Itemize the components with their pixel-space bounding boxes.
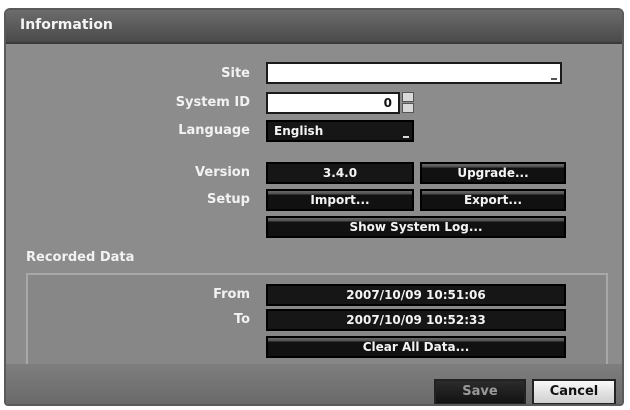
- cancel-button[interactable]: Cancel: [532, 379, 616, 404]
- export-button[interactable]: Export...: [420, 189, 566, 211]
- system-id-input[interactable]: 0: [266, 92, 400, 114]
- dialog-title: Information: [20, 17, 113, 33]
- setup-label: Setup: [207, 192, 250, 207]
- system-id-value: 0: [383, 96, 392, 110]
- from-value: 2007/10/09 10:51:06: [266, 284, 566, 306]
- to-value: 2007/10/09 10:52:33: [266, 309, 566, 331]
- from-label: From: [213, 287, 250, 302]
- version-value: 3.4.0: [266, 162, 414, 184]
- language-select[interactable]: English: [266, 120, 414, 142]
- spin-down-icon[interactable]: [402, 103, 414, 113]
- version-label: Version: [195, 165, 250, 180]
- language-label: Language: [178, 123, 250, 138]
- save-button[interactable]: Save: [434, 379, 526, 404]
- upgrade-button[interactable]: Upgrade...: [420, 162, 566, 184]
- to-label: To: [233, 312, 250, 327]
- recorded-data-heading: Recorded Data: [26, 250, 135, 265]
- spin-up-icon[interactable]: [402, 92, 414, 102]
- dropdown-caret-icon: [403, 136, 409, 138]
- edit-caret-icon: [551, 78, 557, 80]
- footer-bar: [6, 364, 622, 404]
- system-id-label: System ID: [175, 95, 250, 110]
- import-button[interactable]: Import...: [266, 189, 414, 211]
- title-bar: Information: [6, 10, 622, 44]
- site-input[interactable]: [266, 62, 562, 84]
- site-label: Site: [221, 66, 250, 81]
- information-dialog: Information Site System ID 0 Language En…: [4, 8, 624, 406]
- show-system-log-button[interactable]: Show System Log...: [266, 216, 566, 238]
- language-value: English: [274, 124, 324, 138]
- clear-all-data-button[interactable]: Clear All Data...: [266, 336, 566, 358]
